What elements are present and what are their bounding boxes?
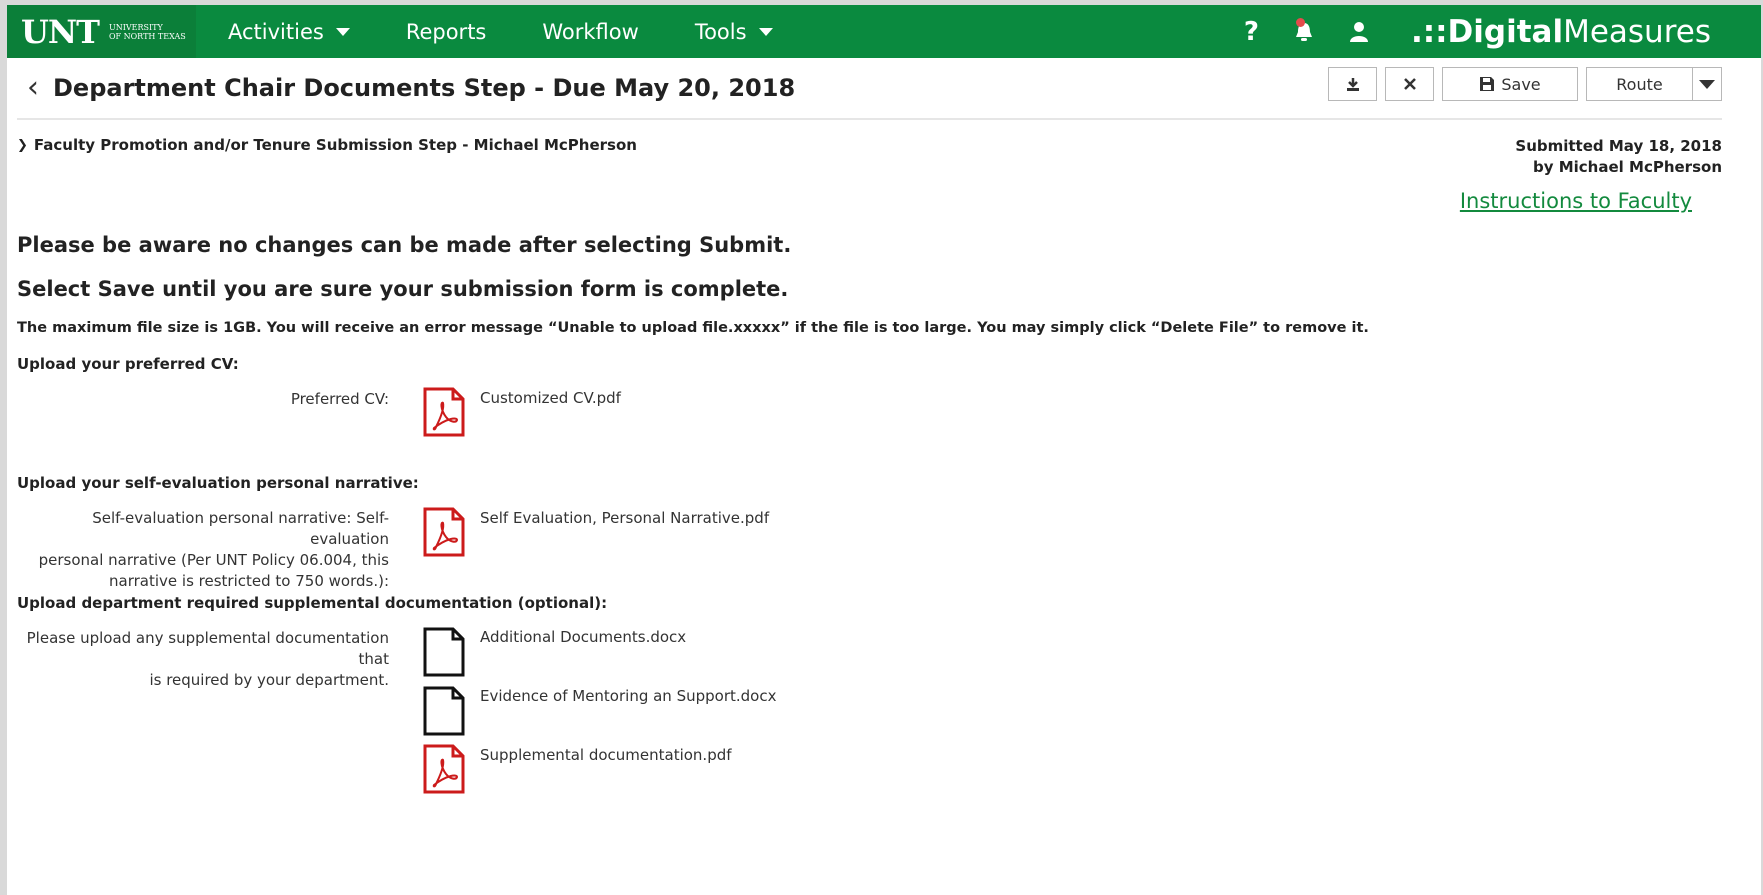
nav-tools-label: Tools [694,19,747,44]
document-file-icon[interactable] [422,686,466,736]
supplemental-field-label: Please upload any supplemental documenta… [17,628,389,691]
user-icon[interactable] [1349,20,1369,44]
file-link[interactable]: Additional Documents.docx [480,628,686,646]
supplemental-label-line: Please upload any supplemental documenta… [26,629,389,668]
file-size-note: The maximum file size is 1GB. You will r… [17,320,1369,336]
save-button[interactable]: Save [1442,67,1578,101]
main-nav: Activities Reports Workflow Tools [228,20,829,44]
document-file-icon[interactable] [422,627,466,677]
submitted-info: Submitted May 18, 2018 by Michael McPher… [1515,136,1722,178]
dm-logo-prefix: .:: [1410,13,1448,50]
close-button[interactable] [1385,67,1434,101]
nav-activities[interactable]: Activities [228,20,350,44]
file-link[interactable]: Supplemental documentation.pdf [480,746,732,764]
submission-summary: ❯ Faculty Promotion and/or Tenure Submis… [17,136,1722,181]
instructions-link[interactable]: Instructions to Faculty [1460,189,1692,213]
submitted-by: by Michael McPherson [1532,158,1722,176]
narrative-field-label: Self-evaluation personal narrative: Self… [17,508,389,592]
app-frame: UNT UNIVERSITY OF NORTH TEXAS Activities… [7,5,1761,895]
narrative-section-heading: Upload your self-evaluation personal nar… [17,474,419,492]
chevron-down-icon [1699,79,1715,89]
narrative-label-line: narrative is restricted to 750 words.): [109,572,389,590]
help-icon[interactable]: ? [1244,17,1259,47]
pdf-file-icon[interactable] [422,387,466,437]
unt-logo[interactable]: UNT UNIVERSITY OF NORTH TEXAS [7,5,196,58]
chevron-down-icon: ❯ [17,137,28,153]
file-link[interactable]: Customized CV.pdf [480,389,621,407]
submission-step-label: Faculty Promotion and/or Tenure Submissi… [33,136,637,154]
download-button[interactable] [1328,67,1377,101]
pdf-file-icon[interactable] [422,507,466,557]
warning-save: Select Save until you are sure your subm… [17,277,789,301]
nav-workflow[interactable]: Workflow [542,20,638,44]
notification-dot [1295,17,1305,27]
cv-section-heading: Upload your preferred CV: [17,355,239,373]
nav-reports[interactable]: Reports [406,20,487,44]
warning-submit: Please be aware no changes can be made a… [17,233,792,257]
top-right-tools: ? .:: Digital Measures [1244,5,1711,58]
route-dropdown-toggle[interactable] [1692,67,1722,101]
chevron-down-icon [758,27,773,36]
pdf-file-icon[interactable] [422,744,466,794]
file-link[interactable]: Evidence of Mentoring an Support.docx [480,687,776,705]
chevron-down-icon [335,27,350,36]
page-title: Department Chair Documents Step - Due Ma… [53,74,796,102]
unt-logo-text: UNT [21,12,100,51]
supplemental-section-heading: Upload department required supplemental … [17,594,608,612]
file-link[interactable]: Self Evaluation, Personal Narrative.pdf [480,509,769,527]
dm-logo-bold: Digital [1447,13,1564,50]
bell-icon[interactable] [1293,17,1315,44]
digital-measures-logo: .:: Digital Measures [1411,14,1711,50]
submitted-date: Submitted May 18, 2018 [1515,137,1722,155]
header-toolbar: Save Route [1320,67,1722,101]
narrative-label-line: Self-evaluation personal narrative: Self… [92,509,389,548]
page-header: ‹ Department Chair Documents Step - Due … [17,58,1722,120]
unt-sub-line1: UNIVERSITY [108,22,163,32]
download-icon [1346,78,1359,91]
save-button-label: Save [1501,74,1541,94]
cv-field-label: Preferred CV: [290,390,389,408]
top-navbar: UNT UNIVERSITY OF NORTH TEXAS Activities… [7,5,1761,58]
save-icon [1480,77,1495,91]
close-icon [1403,78,1416,90]
supplemental-label-line: is required by your department. [149,671,389,689]
dm-logo-light: Measures [1563,13,1711,50]
nav-tools[interactable]: Tools [695,20,773,44]
unt-logo-subtext: UNIVERSITY OF NORTH TEXAS [109,23,186,41]
back-icon[interactable]: ‹ [27,73,39,103]
route-button[interactable]: Route [1586,67,1692,101]
submission-step-toggle[interactable]: ❯ Faculty Promotion and/or Tenure Submis… [17,136,1722,154]
narrative-label-line: personal narrative (Per UNT Policy 06.00… [38,551,389,569]
unt-sub-line2: OF NORTH TEXAS [108,31,186,41]
nav-activities-label: Activities [228,19,324,44]
